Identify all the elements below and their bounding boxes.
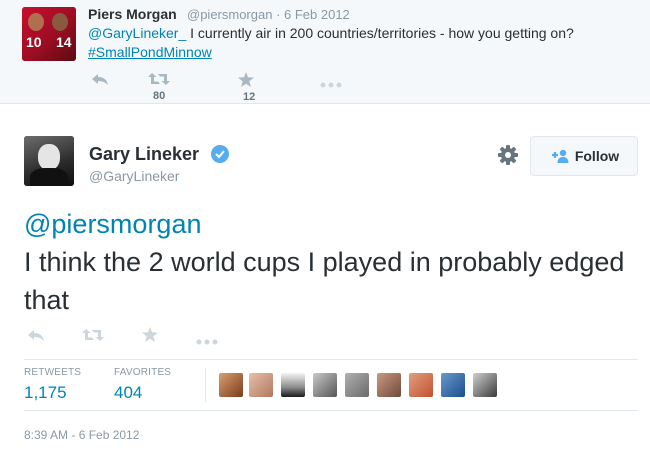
main-mention-link[interactable]: @piersmorgan [24, 205, 634, 243]
parent-author-meta[interactable]: @piersmorgan · 6 Feb 2012 [187, 7, 350, 22]
retweet-icon [148, 73, 170, 85]
gear-icon[interactable] [497, 144, 519, 166]
retweet-icon[interactable] [82, 328, 104, 347]
favorites-stat[interactable]: FAVORITES 404 [114, 367, 171, 403]
retweet-button[interactable]: 80 [148, 72, 170, 104]
parent-tweet-body: I currently air in 200 countries/territo… [186, 25, 574, 41]
favoriter-avatar[interactable] [409, 373, 433, 397]
parent-hashtag-link[interactable]: #SmallPondMinnow [88, 44, 212, 60]
follow-button[interactable]: Follow [530, 136, 638, 176]
parent-retweet-count: 80 [153, 90, 166, 102]
parent-favorite-count: 12 [243, 91, 256, 103]
follow-button-label: Follow [574, 148, 620, 164]
stats-vertical-divider [205, 368, 206, 402]
avatar-number-left: 10 [26, 34, 42, 50]
favoriter-avatar[interactable] [377, 373, 401, 397]
more-icon[interactable] [320, 76, 342, 91]
favorite-icon[interactable] [142, 327, 158, 347]
piers-morgan-avatar[interactable]: 10 14 [22, 7, 76, 61]
parent-author-name[interactable]: Piers Morgan [88, 6, 177, 22]
stats-bottom-divider [24, 410, 638, 411]
retweets-stat[interactable]: RETWEETS 1,175 [24, 367, 81, 403]
retweets-label: RETWEETS [24, 367, 82, 378]
stats-top-divider [24, 359, 638, 360]
retweets-value: 1,175 [24, 383, 67, 402]
favoriter-avatar[interactable] [281, 373, 305, 397]
gary-lineker-avatar[interactable] [24, 136, 74, 186]
favoriter-avatar[interactable] [345, 373, 369, 397]
parent-tweet-text: @GaryLineker_ I currently air in 200 cou… [88, 24, 638, 62]
favoriter-avatar[interactable] [441, 373, 465, 397]
favorite-icon [238, 72, 254, 87]
follow-person-icon [551, 149, 569, 163]
reply-icon[interactable] [26, 328, 46, 347]
favorite-button[interactable]: 12 [238, 72, 255, 105]
main-author-handle[interactable]: @GaryLineker [89, 168, 179, 184]
favoriter-avatar[interactable] [219, 373, 243, 397]
main-author-name[interactable]: Gary Lineker [89, 144, 199, 165]
verified-badge-icon [211, 145, 229, 163]
more-icon[interactable] [196, 332, 218, 350]
favoriter-avatar[interactable] [313, 373, 337, 397]
reply-icon[interactable] [90, 72, 110, 89]
tweet-timestamp[interactable]: 8:39 AM - 6 Feb 2012 [24, 428, 139, 442]
favorites-value: 404 [114, 383, 143, 402]
avatar-number-right: 14 [56, 34, 72, 50]
parent-tweet: 10 14 Piers Morgan @piersmorgan · 6 Feb … [0, 0, 650, 104]
main-tweet-body: I think the 2 world cups I played in pro… [24, 247, 625, 315]
favoriter-avatar[interactable] [473, 373, 497, 397]
main-tweet-text: @piersmorgan I think the 2 world cups I … [24, 205, 634, 319]
favoriter-avatar[interactable] [249, 373, 273, 397]
favorites-label: FAVORITES [114, 367, 172, 378]
parent-mention-link[interactable]: @GaryLineker_ [88, 25, 186, 41]
